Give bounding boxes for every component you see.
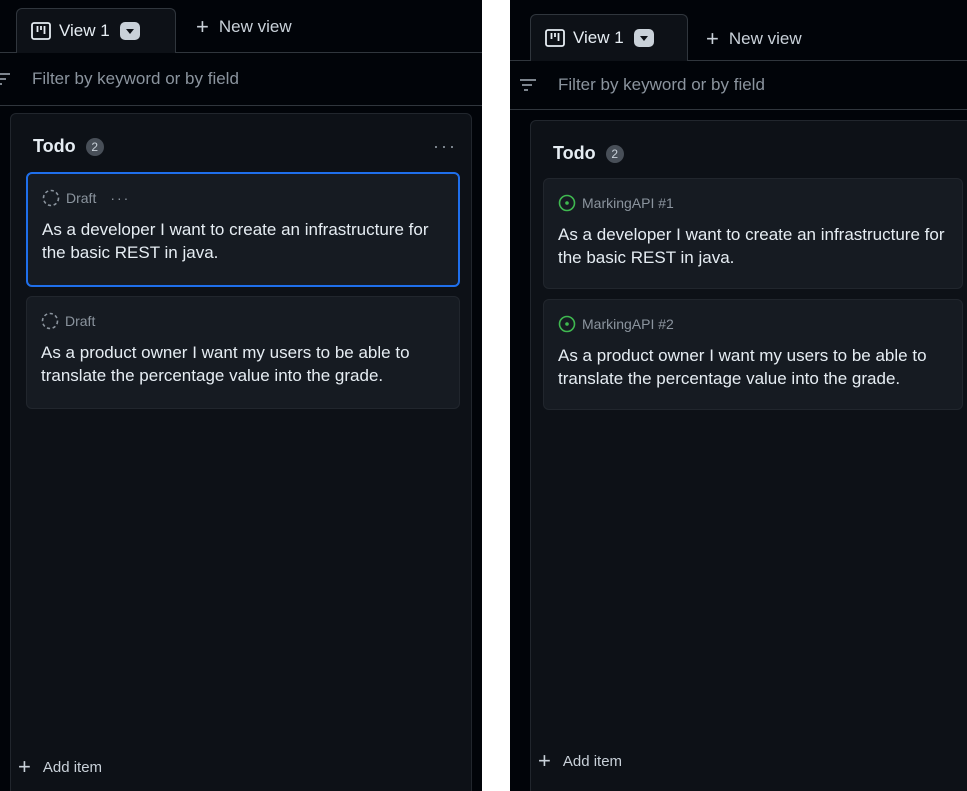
card-meta: MarkingAPI #2 xyxy=(558,314,950,334)
add-item-label: Add item xyxy=(562,752,623,770)
column-count-badge: 2 xyxy=(85,137,104,156)
board-card[interactable]: MarkingAPI #2 As a product owner I want … xyxy=(543,299,963,410)
filter-bar[interactable]: Filter by keyword or by field xyxy=(510,61,967,110)
new-view-button[interactable]: + New view xyxy=(706,28,802,50)
view-tab-bar: View 1 + New view xyxy=(510,0,967,61)
new-view-button[interactable]: + New view xyxy=(196,16,292,38)
column-more-icon[interactable]: ··· xyxy=(433,136,457,157)
right-board-panel: View 1 + New view Filter by keyword or b… xyxy=(510,0,967,791)
plus-icon: + xyxy=(18,754,31,779)
open-issue-icon xyxy=(558,315,576,333)
card-title[interactable]: As a product owner I want my users to be… xyxy=(558,344,950,390)
card-tag: Draft xyxy=(66,190,97,206)
view-options-caret-icon[interactable] xyxy=(633,29,654,47)
tab-view-1-label: View 1 xyxy=(59,21,110,40)
card-tag[interactable]: MarkingAPI #1 xyxy=(582,195,674,211)
board-card[interactable]: Draft As a product owner I want my users… xyxy=(26,296,460,409)
board-card[interactable]: Draft ··· As a developer I want to creat… xyxy=(26,172,460,287)
card-tag: Draft xyxy=(65,313,96,329)
card-more-icon[interactable]: ··· xyxy=(110,190,130,206)
add-item-label: Add item xyxy=(42,758,103,776)
filter-icon xyxy=(520,79,536,91)
plus-icon: + xyxy=(196,14,209,39)
todo-column: Todo 2 ··· Draft ··· As a developer I wa… xyxy=(10,113,472,791)
todo-column: Todo 2 ··· MarkingAPI #1 As a developer … xyxy=(530,120,967,791)
card-title[interactable]: As a developer I want to create an infra… xyxy=(42,218,446,264)
view-options-caret-icon[interactable] xyxy=(119,22,140,40)
card-tag[interactable]: MarkingAPI #2 xyxy=(582,316,674,332)
column-count-badge: 2 xyxy=(605,144,624,163)
left-board-panel: View 1 + New view Filter by keyword or b… xyxy=(0,0,482,791)
card-meta: MarkingAPI #1 xyxy=(558,193,950,213)
card-title[interactable]: As a product owner I want my users to be… xyxy=(41,341,447,387)
todo-column-header: Todo 2 ··· xyxy=(33,136,457,157)
board-icon xyxy=(545,29,565,47)
card-title[interactable]: As a developer I want to create an infra… xyxy=(558,223,950,269)
filter-input[interactable]: Filter by keyword or by field xyxy=(32,69,239,89)
plus-icon: + xyxy=(706,26,719,51)
todo-column-header: Todo 2 ··· xyxy=(553,143,967,164)
add-item-button[interactable]: + Add item xyxy=(538,750,622,772)
filter-input[interactable]: Filter by keyword or by field xyxy=(558,75,765,95)
draft-issue-icon xyxy=(42,189,60,207)
tab-view-1[interactable]: View 1 xyxy=(530,14,688,61)
board-card[interactable]: MarkingAPI #1 As a developer I want to c… xyxy=(543,178,963,289)
plus-icon: + xyxy=(538,748,551,773)
tab-view-1-label: View 1 xyxy=(573,28,624,47)
filter-bar[interactable]: Filter by keyword or by field xyxy=(0,53,482,106)
card-meta: Draft xyxy=(41,311,447,331)
new-view-label: New view xyxy=(728,29,802,48)
new-view-label: New view xyxy=(218,17,292,36)
add-item-button[interactable]: + Add item xyxy=(18,756,102,778)
filter-icon xyxy=(0,73,10,85)
column-title: Todo xyxy=(33,136,76,156)
draft-issue-icon xyxy=(41,312,59,330)
view-tab-bar: View 1 + New view xyxy=(0,0,482,53)
card-meta: Draft ··· xyxy=(42,188,446,208)
board-icon xyxy=(31,22,51,40)
tab-view-1[interactable]: View 1 xyxy=(16,8,176,53)
column-title: Todo xyxy=(553,143,596,163)
open-issue-icon xyxy=(558,194,576,212)
